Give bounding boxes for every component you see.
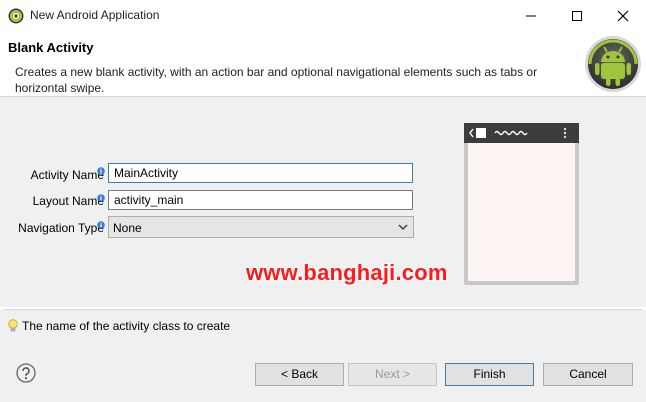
maximize-button[interactable]	[554, 0, 600, 32]
chevron-down-icon	[398, 224, 408, 230]
wizard-header: Blank Activity Creates a new blank activ…	[0, 32, 646, 97]
activity-name-label: Activity Name	[30, 168, 104, 182]
navigation-type-label: Navigation Type	[18, 221, 104, 235]
navigation-type-row: Navigation Type	[0, 217, 104, 239]
window-title: New Android Application	[30, 8, 160, 22]
next-button[interactable]: Next >	[348, 363, 437, 386]
activity-preview	[464, 123, 579, 285]
navigation-type-value: None	[113, 221, 142, 235]
page-description: Creates a new blank activity, with an ac…	[15, 65, 538, 95]
layout-name-label: Layout Name	[32, 194, 104, 208]
info-icon	[97, 167, 105, 175]
eclipse-app-icon	[8, 8, 24, 24]
wizard-footer: < Back Next > Finish Cancel	[0, 342, 646, 402]
back-button[interactable]: < Back	[255, 363, 344, 386]
maximize-icon	[572, 11, 582, 21]
activity-name-row: Activity Name	[0, 164, 104, 186]
close-icon	[617, 10, 629, 22]
watermark-text: www.banghaji.com	[246, 260, 448, 285]
close-button[interactable]	[600, 0, 646, 32]
minimize-button[interactable]	[508, 0, 554, 32]
minimize-icon	[526, 15, 536, 17]
cancel-button[interactable]: Cancel	[543, 363, 633, 386]
hint-bar: The name of the activity class to create	[0, 310, 646, 342]
page-title: Blank Activity	[8, 40, 94, 55]
lightbulb-icon	[8, 319, 18, 332]
android-logo-icon	[585, 36, 641, 92]
help-icon[interactable]	[16, 363, 36, 383]
hint-text: The name of the activity class to create	[22, 319, 231, 333]
finish-button[interactable]: Finish	[445, 363, 534, 386]
layout-name-input[interactable]	[108, 190, 413, 210]
info-icon	[97, 221, 105, 229]
info-icon	[97, 194, 105, 202]
title-bar: New Android Application	[0, 0, 646, 32]
navigation-type-select[interactable]: None	[108, 216, 414, 238]
activity-name-input[interactable]	[108, 163, 413, 183]
layout-name-row: Layout Name	[0, 190, 104, 212]
